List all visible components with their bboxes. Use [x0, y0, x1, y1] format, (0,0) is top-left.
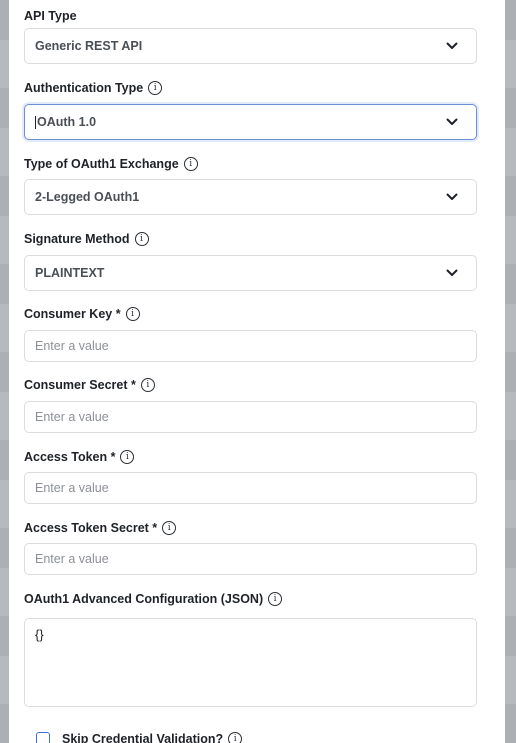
consumer-key-label: Consumer Key * i: [24, 307, 140, 321]
access-token-secret-label: Access Token Secret * i: [24, 521, 177, 535]
info-icon[interactable]: i: [162, 521, 177, 535]
skip-validation-row[interactable]: Skip Credential Validation? i: [36, 732, 243, 743]
background-left-edge: [0, 0, 9, 743]
advanced-config-textarea[interactable]: {}: [24, 618, 477, 707]
auth-type-label: Authentication Type i: [24, 81, 163, 95]
signature-method-select[interactable]: PLAINTEXT: [24, 255, 477, 291]
consumer-key-input[interactable]: Enter a value: [24, 330, 477, 362]
chevron-down-icon: [446, 42, 458, 49]
advanced-config-label: OAuth1 Advanced Configuration (JSON) i: [24, 592, 283, 606]
chevron-down-icon: [446, 193, 458, 200]
info-icon[interactable]: i: [134, 232, 149, 246]
consumer-secret-label: Consumer Secret * i: [24, 378, 155, 392]
signature-method-label: Signature Method i: [24, 232, 149, 246]
text-cursor: [35, 115, 36, 129]
info-icon[interactable]: i: [148, 81, 163, 95]
auth-type-select[interactable]: OAuth 1.0: [24, 104, 477, 140]
access-token-secret-input[interactable]: Enter a value: [24, 543, 477, 575]
info-icon[interactable]: i: [183, 157, 198, 171]
background-right-edge: [505, 0, 516, 743]
info-icon[interactable]: i: [120, 450, 135, 464]
chevron-down-icon: [446, 118, 458, 125]
exchange-type-select[interactable]: 2-Legged OAuth1: [24, 179, 477, 215]
chevron-down-icon: [446, 269, 458, 276]
info-icon[interactable]: i: [140, 378, 155, 392]
info-icon[interactable]: i: [125, 307, 140, 321]
exchange-type-label: Type of OAuth1 Exchange i: [24, 157, 198, 171]
api-type-select[interactable]: Generic REST API: [24, 28, 477, 64]
auth-config-modal: API Type Generic REST API Authentication…: [9, 0, 505, 743]
skip-validation-checkbox[interactable]: [36, 732, 50, 743]
info-icon[interactable]: i: [228, 732, 243, 743]
consumer-secret-input[interactable]: Enter a value: [24, 401, 477, 433]
info-icon[interactable]: i: [268, 592, 283, 606]
api-type-label: API Type: [24, 9, 77, 23]
access-token-label: Access Token * i: [24, 450, 135, 464]
access-token-input[interactable]: Enter a value: [24, 472, 477, 504]
